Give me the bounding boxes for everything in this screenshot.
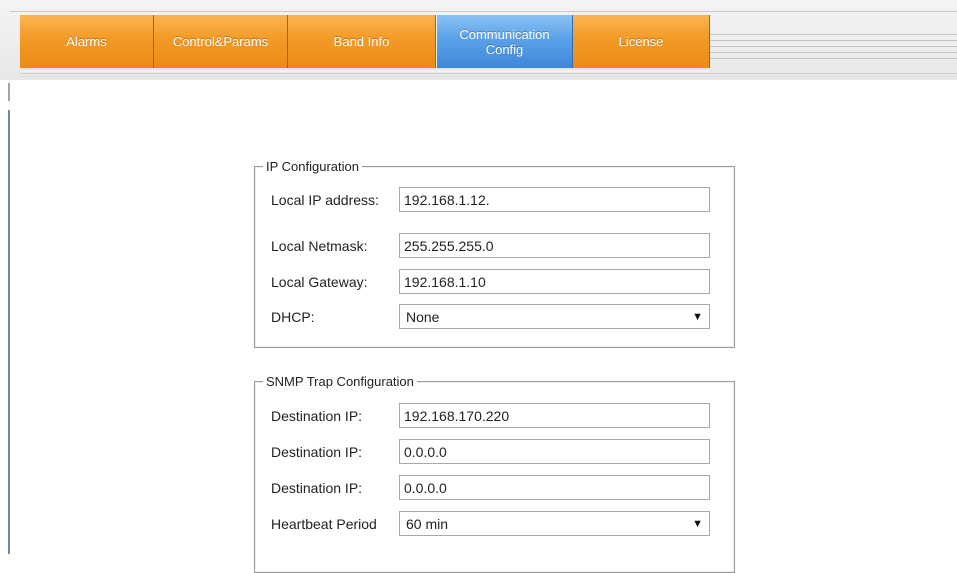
tab-bar: Alarms Control&Params Band Info Communic… [0, 0, 957, 80]
destination-ip-input[interactable] [399, 403, 710, 428]
destination-ip-row: Destination IP: [271, 403, 710, 428]
triangle-down-icon: ▼ [692, 517, 703, 530]
tab-bar-line [710, 34, 957, 35]
tab-bar-line [710, 52, 957, 53]
ip-configuration-group: IP Configuration Local IP address: Local… [254, 159, 735, 348]
tab-bar-line [710, 40, 957, 41]
tab-band-info[interactable]: Band Info [288, 15, 436, 72]
destination-ip-row: Destination IP: [271, 475, 710, 500]
heartbeat-period-label: Heartbeat Period [271, 515, 377, 532]
dhcp-selected-value: None [406, 308, 440, 325]
tab-bar-line [710, 58, 957, 59]
heartbeat-period-selected-value: 60 min [406, 515, 449, 532]
snmp-trap-configuration-title: SNMP Trap Configuration [263, 374, 417, 389]
dhcp-label: DHCP: [271, 308, 315, 325]
top-divider [10, 11, 957, 12]
local-ip-input[interactable] [399, 187, 710, 212]
destination-ip-row: Destination IP: [271, 439, 710, 464]
dhcp-select[interactable]: None ▼ [399, 304, 710, 329]
left-edge-bar [8, 110, 10, 554]
tab-label: License [618, 34, 664, 49]
destination-ip-label: Destination IP: [271, 443, 363, 460]
tab-communication-config[interactable]: Communication Config [437, 15, 573, 72]
tab-label: Communication Config [459, 26, 550, 57]
tab-alarms[interactable]: Alarms [20, 15, 154, 72]
destination-ip-label: Destination IP: [271, 479, 363, 496]
gateway-input[interactable] [399, 269, 710, 294]
destination-ip-label: Destination IP: [271, 407, 363, 424]
ip-configuration-title: IP Configuration [263, 159, 362, 174]
local-ip-label: Local IP address: [271, 191, 379, 208]
heartbeat-row: Heartbeat Period 60 min ▼ [271, 511, 710, 536]
destination-ip-input[interactable] [399, 475, 710, 500]
tab-control-params[interactable]: Control&Params [154, 15, 288, 72]
triangle-down-icon: ▼ [692, 310, 703, 323]
netmask-input[interactable] [399, 233, 710, 258]
heartbeat-period-select[interactable]: 60 min ▼ [399, 511, 710, 536]
tab-underline [20, 76, 957, 77]
tab-license[interactable]: License [573, 15, 710, 72]
gateway-row: Local Gateway: [271, 269, 710, 294]
gateway-label: Local Gateway: [271, 273, 368, 290]
tab-bar-line [710, 46, 957, 47]
destination-ip-input[interactable] [399, 439, 710, 464]
local-ip-row: Local IP address: [271, 187, 710, 212]
snmp-trap-configuration-group: SNMP Trap Configuration Destination IP: … [254, 374, 735, 573]
left-edge-marker [8, 83, 10, 101]
netmask-row: Local Netmask: [271, 233, 710, 258]
dhcp-row: DHCP: None ▼ [271, 304, 710, 329]
tab-label: Alarms [66, 34, 107, 49]
tab-label: Control&Params [172, 34, 269, 49]
tab-label: Band Info [333, 34, 390, 49]
tab-underline [20, 73, 957, 74]
netmask-label: Local Netmask: [271, 237, 368, 254]
